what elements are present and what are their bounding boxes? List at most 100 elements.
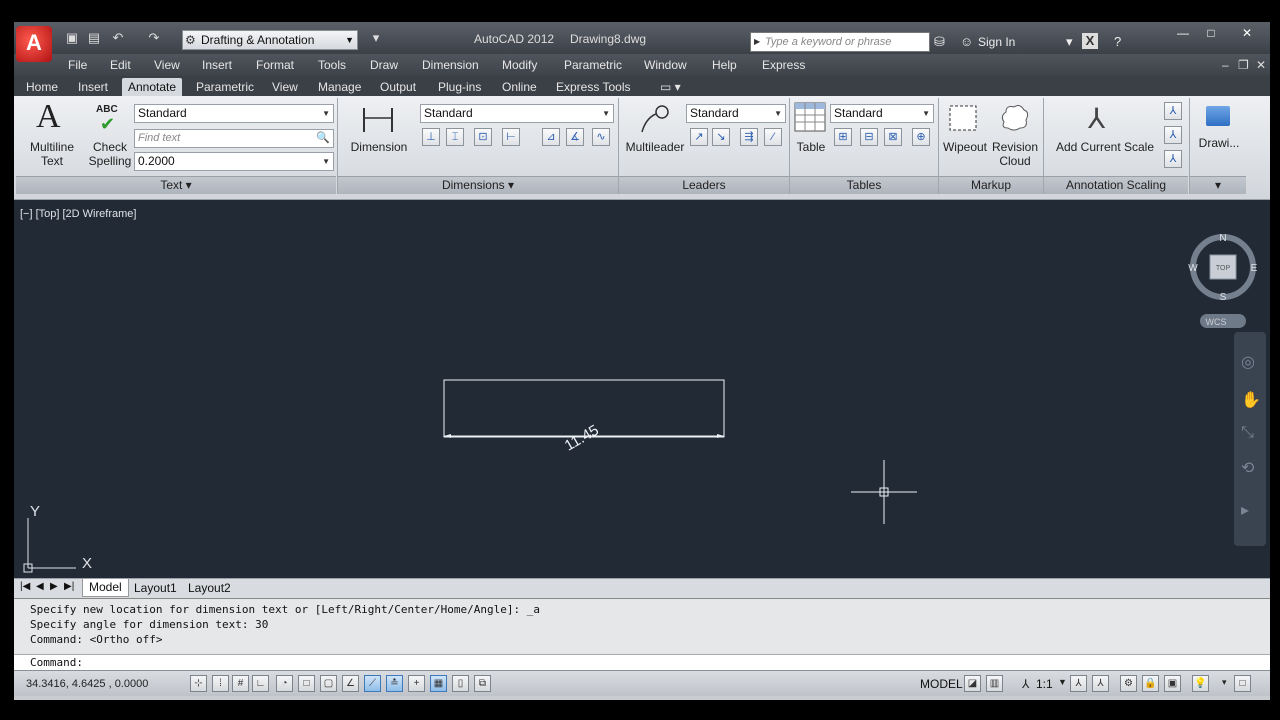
remove-leader-icon[interactable]: ↘ (712, 128, 730, 146)
sign-in-button[interactable]: Sign In (978, 35, 1015, 49)
panel-tables-footer[interactable]: Tables (790, 176, 938, 194)
3d-object-snap-icon[interactable]: ▢ (320, 675, 337, 692)
coordinate-readout[interactable]: 34.3416, 4.6425 , 0.0000 (26, 678, 148, 690)
dimension-text[interactable]: 11.45 (562, 422, 602, 455)
binoculars-icon[interactable]: ⛁ (934, 34, 945, 50)
panel-leaders-footer[interactable]: Leaders (619, 176, 789, 194)
menu-parametric[interactable]: Parametric (564, 58, 622, 72)
doc-minimize-icon[interactable]: – (1222, 58, 1229, 72)
dimension-button[interactable]: Dimension (348, 140, 410, 154)
dim-continue-icon[interactable]: ⊢ (502, 128, 520, 146)
drawing-views-icon[interactable] (1206, 106, 1230, 126)
revision-cloud-icon[interactable] (998, 102, 1030, 134)
doc-restore-icon[interactable]: ❐ (1238, 58, 1249, 72)
tab-parametric[interactable]: Parametric (190, 78, 260, 96)
viewcube-face[interactable]: TOP (1216, 265, 1231, 272)
drawing-canvas[interactable]: [−] [Top] [2D Wireframe] 11.45 Y X TOP N… (14, 200, 1270, 578)
panel-annotation-scaling-footer[interactable]: Annotation Scaling (1044, 176, 1188, 194)
scale-add-delete-icon[interactable]: ⅄ (1164, 150, 1182, 168)
multiline-text-icon[interactable]: A (36, 98, 61, 136)
upload-data-icon[interactable]: ⊕ (912, 128, 930, 146)
save-icon[interactable]: ▣ (64, 30, 80, 46)
multiline-text-button[interactable]: Multiline Text (26, 140, 78, 168)
dim-oblique-icon[interactable]: ⊿ (542, 128, 560, 146)
showmotion-icon[interactable]: ▸ (1241, 500, 1249, 520)
polar-tracking-icon[interactable]: ◔ (276, 675, 293, 692)
chevron-down-icon[interactable]: ▼ (1058, 677, 1067, 687)
menu-tools[interactable]: Tools (318, 58, 346, 72)
orbit-icon[interactable]: ⟲ (1241, 458, 1254, 478)
undo-icon[interactable]: ↶ (110, 30, 126, 46)
download-data-icon[interactable]: ⊠ (884, 128, 902, 146)
layout-nav-last-icon[interactable]: ▶| (64, 581, 74, 592)
annotation-scale-select[interactable]: 1:1 (1036, 677, 1053, 691)
grid-display-icon[interactable]: # (232, 675, 249, 692)
auto-scale-icon[interactable]: ⅄ (1092, 675, 1109, 692)
find-icon[interactable]: 🔍 (316, 130, 330, 147)
ortho-mode-icon[interactable]: ∟ (252, 675, 269, 692)
dimension-style-select[interactable]: Standard ▼ (420, 104, 614, 123)
collect-leader-icon[interactable]: ⁄ (764, 128, 782, 146)
application-menu-button[interactable]: A (16, 26, 52, 62)
doc-close-icon[interactable]: ✕ (1256, 58, 1266, 72)
dropdown-icon[interactable]: ▾ (1066, 34, 1073, 50)
annotation-scale-icon[interactable]: ⅄ (1088, 102, 1105, 135)
panel-drawing-footer[interactable]: ▾ (1190, 176, 1246, 194)
panel-text-footer[interactable]: Text ▾ (16, 176, 336, 194)
isolate-objects-icon[interactable]: 💡 (1192, 675, 1209, 692)
find-text-input[interactable]: Find text 🔍 (134, 129, 334, 148)
quick-view-layouts-icon[interactable]: ◪ (964, 675, 981, 692)
annotation-visibility-icon[interactable]: ⅄ (1070, 675, 1087, 692)
dynamic-input-icon[interactable]: ≛ (386, 675, 403, 692)
qat-dropdown-icon[interactable]: ▾ (368, 30, 384, 46)
snap-mode-icon[interactable]: ⁞ (212, 675, 229, 692)
text-style-select[interactable]: Standard ▼ (134, 104, 334, 123)
clean-screen-icon[interactable]: □ (1234, 675, 1251, 692)
wipeout-button[interactable]: Wipeout (940, 140, 990, 154)
link-data-icon[interactable]: ⊟ (860, 128, 878, 146)
tab-annotate[interactable]: Annotate (122, 78, 183, 96)
tab-insert[interactable]: Insert (72, 78, 114, 96)
redo-icon[interactable]: ↷ (146, 30, 162, 46)
status-bar-menu-icon[interactable]: ▾ (1222, 677, 1227, 688)
workspace-select[interactable]: ⚙ Drafting & Annotation ▼ (182, 30, 358, 50)
tab-layout1[interactable]: Layout1 (134, 581, 177, 595)
transparency-icon[interactable]: ▦ (430, 675, 447, 692)
multileader-icon[interactable] (636, 102, 672, 138)
menu-format[interactable]: Format (256, 58, 294, 72)
tab-output[interactable]: Output (374, 78, 422, 96)
tab-plug-ins[interactable]: Plug-ins (432, 78, 487, 96)
workspace-switching-icon[interactable]: ⚙ (1120, 675, 1137, 692)
hardware-acceleration-icon[interactable]: ▣ (1164, 675, 1181, 692)
quick-view-drawings-icon[interactable]: ▥ (986, 675, 1003, 692)
layout-nav-first-icon[interactable]: |◀ (20, 581, 30, 592)
add-current-scale-button[interactable]: Add Current Scale (1050, 140, 1160, 154)
wipeout-icon[interactable] (948, 102, 980, 134)
quick-properties-icon[interactable]: ▯ (452, 675, 469, 692)
dynamic-ucs-icon[interactable]: ⟋ (364, 675, 381, 692)
scale-list-icon[interactable]: ⅄ (1164, 102, 1182, 120)
menu-modify[interactable]: Modify (502, 58, 537, 72)
menu-express[interactable]: Express (762, 58, 805, 72)
lock-ui-icon[interactable]: 🔒 (1142, 675, 1159, 692)
add-leader-icon[interactable]: ↗ (690, 128, 708, 146)
pan-icon[interactable]: ✋ (1241, 390, 1261, 410)
search-input[interactable]: ▶ Type a keyword or phrase (750, 32, 930, 52)
extract-data-icon[interactable]: ⊞ (834, 128, 852, 146)
tab-manage[interactable]: Manage (312, 78, 367, 96)
layout-nav-next-icon[interactable]: ▶ (50, 581, 58, 592)
table-button[interactable]: Table (790, 140, 832, 154)
layout-nav-prev-icon[interactable]: ◀ (36, 581, 44, 592)
menu-file[interactable]: File (68, 58, 87, 72)
dim-inspect-icon[interactable]: ⊡ (474, 128, 492, 146)
menu-edit[interactable]: Edit (110, 58, 131, 72)
check-spelling-button[interactable]: Check Spelling (86, 140, 134, 168)
panel-markup-footer[interactable]: Markup (939, 176, 1043, 194)
multileader-style-select[interactable]: Standard ▼ (686, 104, 786, 123)
table-icon[interactable] (794, 102, 826, 132)
tab-model[interactable]: Model (82, 579, 129, 597)
panel-dimensions-footer[interactable]: Dimensions ▾ (338, 176, 618, 194)
save-as-icon[interactable]: ▤ (86, 30, 102, 46)
minimize-button[interactable]: — (1170, 24, 1196, 42)
tab-online[interactable]: Online (496, 78, 543, 96)
